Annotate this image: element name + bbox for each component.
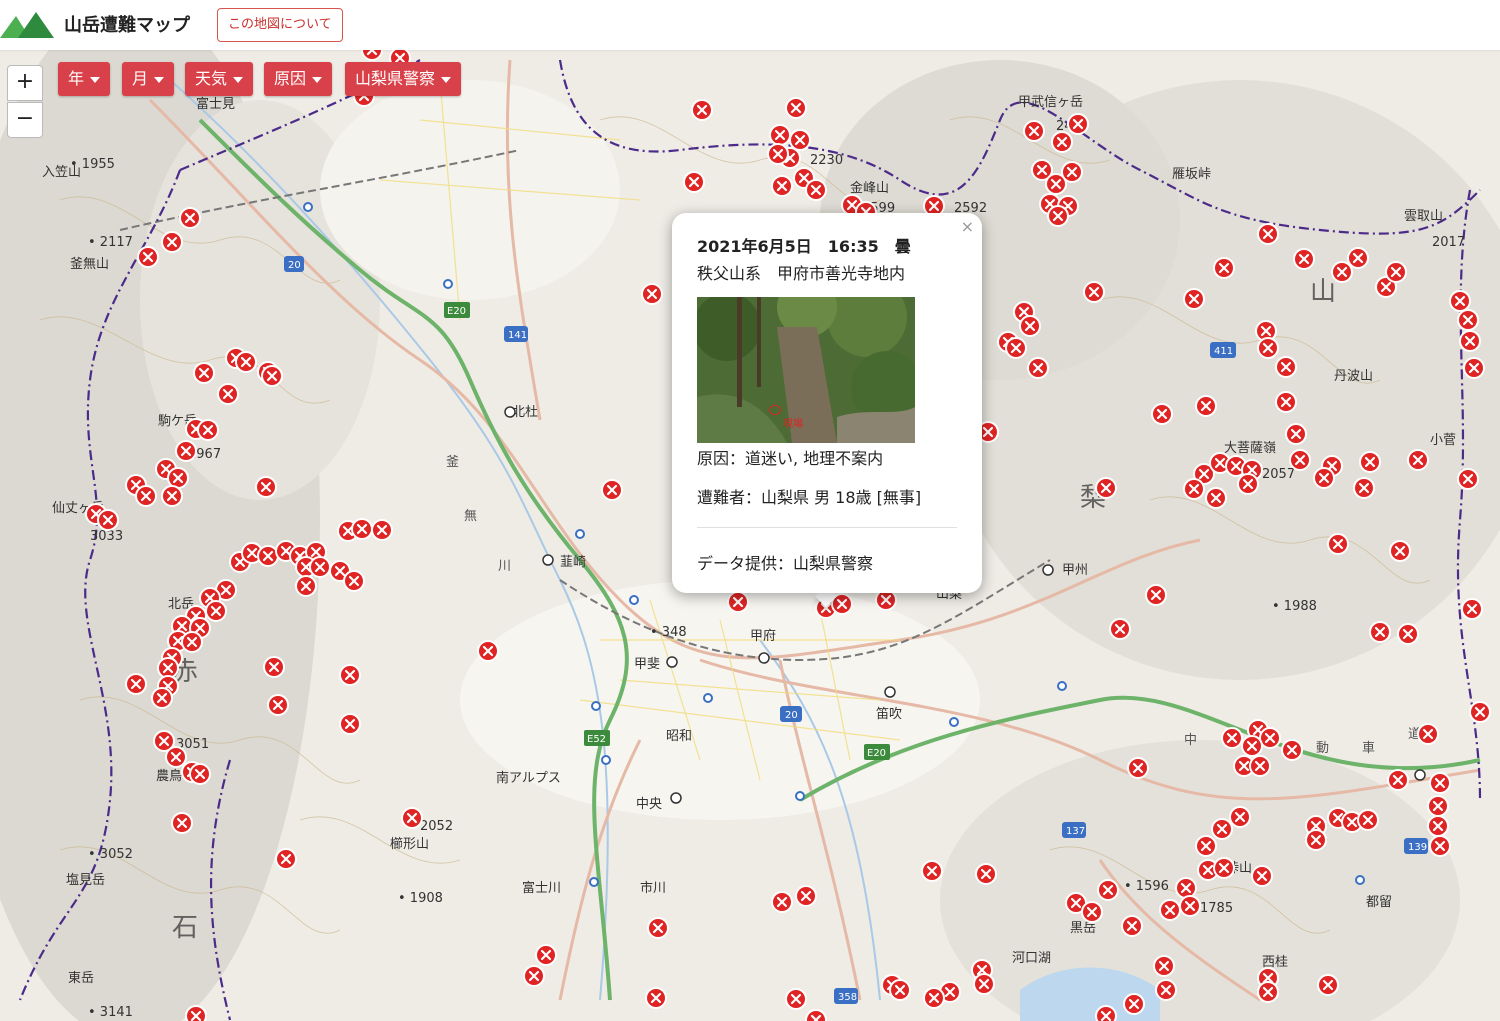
svg-text:石: 石 [172,913,198,943]
svg-text:• 1988: • 1988 [1272,599,1317,614]
svg-text:20: 20 [288,260,301,271]
svg-text:韮崎: 韮崎 [560,555,586,570]
svg-text:甲武信ヶ岳: 甲武信ヶ岳 [1018,95,1083,110]
svg-text:E20: E20 [447,306,466,317]
svg-text:中: 中 [1184,733,1197,748]
svg-text:358: 358 [838,992,857,1003]
incident-popup: × 2021年6月5日 16:35 曇 秩父山系 甲府市善光寺地内 現場 原因：… [672,213,982,593]
svg-text:市川: 市川 [640,880,666,896]
month-filter-button[interactable]: 月 [122,62,175,96]
svg-text:• 3052: • 3052 [88,847,133,862]
svg-text:2230: 2230 [810,153,843,168]
svg-text:河口湖: 河口湖 [1012,951,1051,966]
site-photo[interactable]: 現場 [697,297,915,443]
incident-cause: 原因：道迷い, 地理不案内 [697,449,884,468]
svg-text:釜無山: 釜無山 [70,257,109,272]
data-source: データ提供：山梨県警察 [697,554,874,573]
svg-text:141: 141 [508,330,527,341]
svg-text:雁坂峠: 雁坂峠 [1172,167,1211,182]
svg-text:• 1955: • 1955 [70,157,115,172]
agency-filter-label: 山梨県警察 [355,69,436,88]
incident-location: 秩父山系 甲府市善光寺地内 [697,264,906,283]
svg-text:E20: E20 [867,748,886,759]
weather-filter-label: 天気 [195,69,228,88]
svg-text:川: 川 [498,559,511,574]
svg-text:大菩薩嶺: 大菩薩嶺 [1224,441,1276,456]
caret-down-icon [441,76,452,83]
svg-text:山: 山 [1310,277,1336,307]
svg-text:黒岳: 黒岳 [1070,921,1096,936]
zoom-in-button[interactable]: + [7,65,43,101]
svg-text:北杜: 北杜 [512,405,538,420]
incident-datetime: 2021年6月5日 16:35 曇 [697,237,911,256]
svg-text:20: 20 [785,710,798,721]
svg-text:甲斐: 甲斐 [634,657,660,672]
svg-text:塩見岳: 塩見岳 [66,873,105,888]
svg-text:丹波山: 丹波山 [1334,369,1373,384]
svg-text:3033: 3033 [90,529,123,544]
caret-down-icon [90,76,101,83]
svg-text:櫛形山: 櫛形山 [390,837,429,852]
svg-text:甲府: 甲府 [750,629,776,644]
svg-text:• 1596: • 1596 [1124,879,1169,894]
svg-text:139: 139 [1408,842,1427,853]
cause-filter-button[interactable]: 原因 [264,62,333,96]
svg-text:2017: 2017 [1432,235,1465,250]
caret-down-icon [154,76,165,83]
svg-text:東岳: 東岳 [68,970,94,986]
cause-filter-label: 原因 [274,69,307,88]
svg-text:昭和: 昭和 [666,729,692,744]
svg-text:車: 車 [1362,741,1375,756]
photo-site-label: 現場 [783,419,803,430]
weather-filter-button[interactable]: 天気 [185,62,254,96]
about-map-button[interactable]: この地図について [217,8,343,42]
svg-text:• 2117: • 2117 [88,235,133,250]
year-filter-label: 年 [68,69,85,88]
svg-text:411: 411 [1214,346,1233,357]
incident-victim: 遭難者：山梨県 男 18歳 [無事] [697,488,922,507]
month-filter-label: 月 [132,69,149,88]
svg-text:甲州: 甲州 [1062,563,1088,578]
caret-down-icon [233,76,244,83]
map-label: 富士見 [196,96,235,112]
mountain-logo-icon [0,12,54,38]
svg-text:• 1908: • 1908 [398,891,443,906]
close-icon[interactable]: × [961,217,974,236]
zoom-out-button[interactable]: − [7,102,43,138]
svg-text:笛吹: 笛吹 [876,706,902,722]
svg-text:南アルプス: 南アルプス [496,770,561,786]
svg-text:都留: 都留 [1366,895,1392,910]
svg-text:2057: 2057 [1262,467,1295,482]
svg-text:中央: 中央 [636,797,662,812]
svg-text:無: 無 [464,509,477,524]
svg-text:1785: 1785 [1200,901,1233,916]
caret-down-icon [312,76,323,83]
svg-text:金峰山: 金峰山 [850,180,889,196]
svg-text:動: 動 [1316,741,1329,756]
svg-text:小菅: 小菅 [1430,433,1456,448]
svg-text:137: 137 [1066,826,1085,837]
divider [697,527,957,528]
app-title: 山岳遭難マップ [64,15,190,36]
svg-text:• 3141: • 3141 [88,1005,133,1020]
svg-text:• 348: • 348 [650,625,687,640]
header: 山岳遭難マップ この地図について [0,0,1500,50]
agency-filter-button[interactable]: 山梨県警察 [345,62,462,96]
svg-text:2052: 2052 [420,819,453,834]
svg-text:釜: 釜 [446,455,459,470]
svg-text:富士川: 富士川 [522,880,561,896]
site-marker-circle [769,405,781,415]
svg-text:農鳥: 農鳥 [156,769,182,784]
year-filter-button[interactable]: 年 [58,62,111,96]
svg-text:雲取山: 雲取山 [1404,209,1443,224]
forest-photo-image [697,297,915,443]
svg-text:E52: E52 [587,734,606,745]
